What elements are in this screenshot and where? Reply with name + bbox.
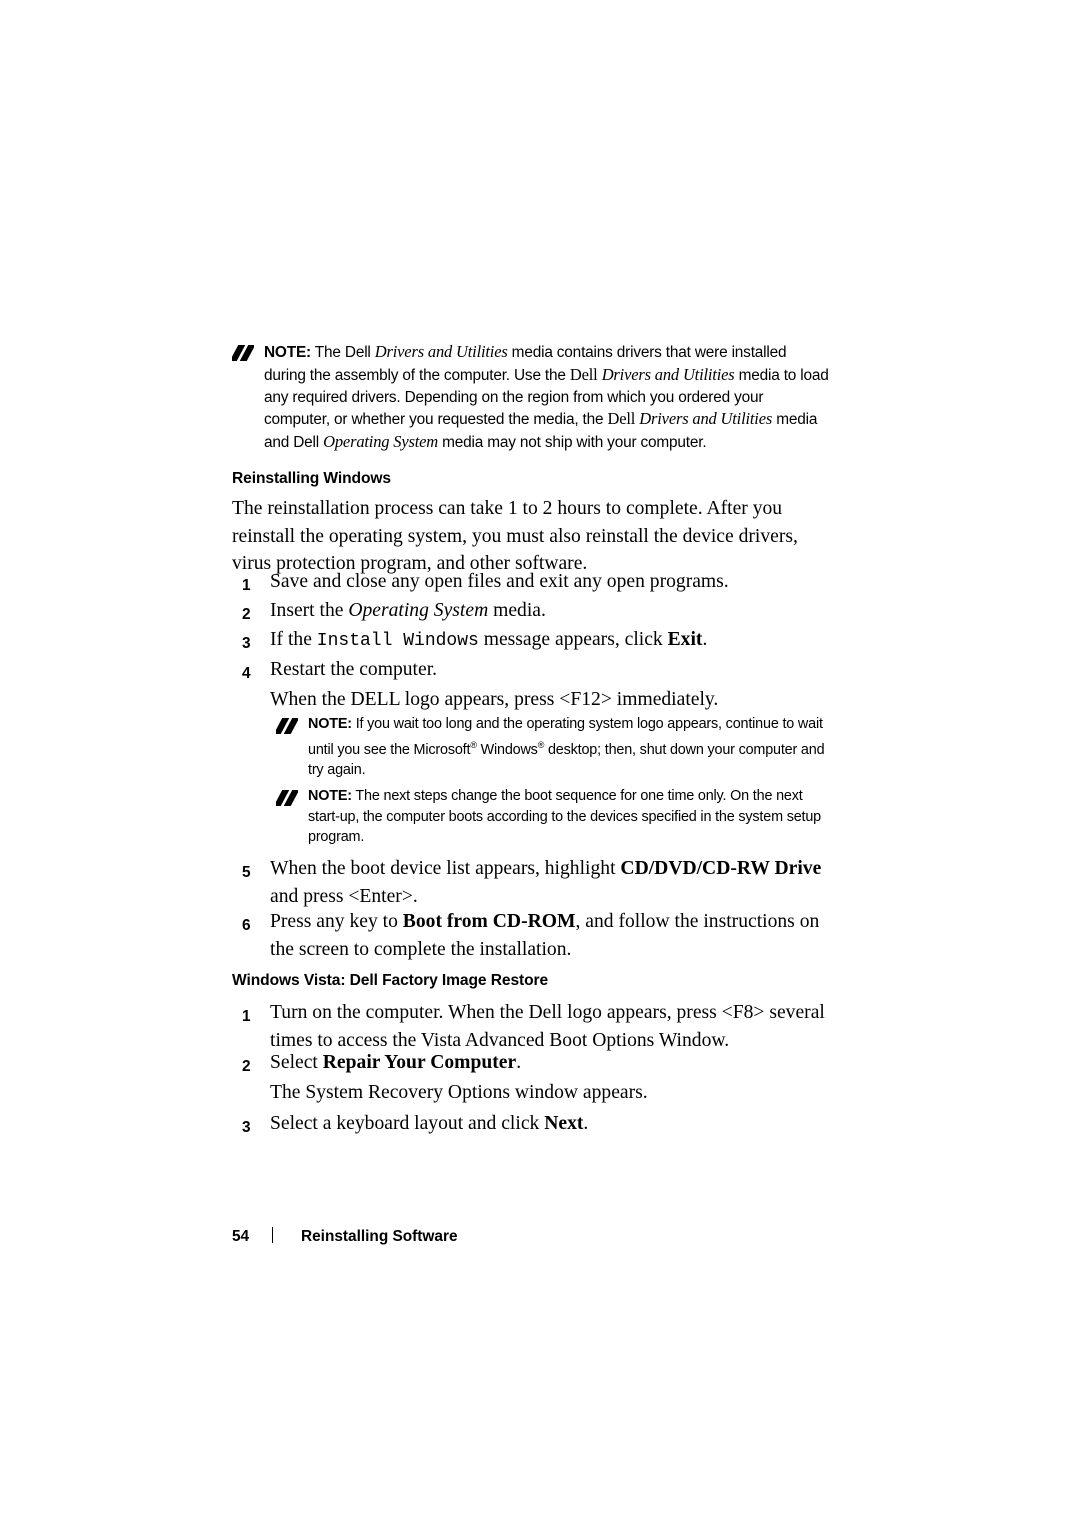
list-item: 3 If the Install Windows message appears… [242, 626, 842, 658]
step-text: Save and close any open files and exit a… [270, 571, 729, 592]
step-number: 4 [242, 665, 251, 682]
step-text: Insert the Operating System media. [270, 600, 546, 621]
step-text: Press any key to Boot from CD-ROM, and f… [270, 911, 820, 960]
note-text: NOTE: If you wait too long and the opera… [308, 716, 825, 778]
step-continuation-dell-logo: When the DELL logo appears, press <F12> … [270, 689, 719, 710]
step-text: Restart the computer. [270, 659, 438, 680]
page-footer: 54 Reinstalling Software [232, 1225, 458, 1246]
note-label: NOTE: [308, 716, 352, 732]
note-text: NOTE: The next steps change the boot seq… [308, 788, 821, 845]
step-text: Select a keyboard layout and click Next. [270, 1113, 589, 1134]
note-label: NOTE: [264, 344, 311, 361]
list-item: 5 When the boot device list appears, hig… [242, 855, 842, 910]
step-text: When the boot device list appears, highl… [270, 858, 822, 907]
list-item: 3 Select a keyboard layout and click Nex… [242, 1110, 842, 1142]
step-number: 2 [242, 606, 251, 623]
list-item: 2 Select Repair Your Computer. [242, 1049, 842, 1081]
note-icon [232, 345, 254, 361]
step-number: 1 [242, 1008, 251, 1025]
step-number: 6 [242, 917, 251, 934]
step-number: 2 [242, 1058, 251, 1075]
list-item: 4 Restart the computer. [242, 656, 842, 688]
step-number: 3 [242, 635, 251, 652]
note-icon [276, 790, 298, 806]
step-number: 1 [242, 577, 251, 594]
note-block-boot-sequence: NOTE: The next steps change the boot seq… [276, 786, 836, 848]
note-label: NOTE: [308, 788, 352, 804]
step-number: 5 [242, 864, 251, 881]
note-block-drivers-utilities: NOTE: The Dell Drivers and Utilities med… [232, 341, 832, 454]
step-text: Select Repair Your Computer. [270, 1052, 522, 1073]
note-block-wait-too-long: NOTE: If you wait too long and the opera… [276, 714, 836, 780]
heading-vista-factory-restore: Windows Vista: Dell Factory Image Restor… [232, 972, 549, 989]
note-text: NOTE: The Dell Drivers and Utilities med… [264, 342, 829, 452]
list-item: 6 Press any key to Boot from CD-ROM, and… [242, 908, 842, 963]
footer-divider [272, 1227, 273, 1243]
footer-section-title: Reinstalling Software [301, 1228, 458, 1245]
step-number: 3 [242, 1119, 251, 1136]
step-continuation-recovery-options: The System Recovery Options window appea… [270, 1082, 648, 1103]
heading-reinstalling-windows: Reinstalling Windows [232, 470, 392, 487]
step-text: Turn on the computer. When the Dell logo… [270, 1002, 825, 1051]
paragraph-intro: The reinstallation process can take 1 to… [232, 498, 798, 574]
footer-page-number: 54 [232, 1228, 250, 1245]
step-text: If the Install Windows message appears, … [270, 629, 708, 651]
document-page: NOTE: The Dell Drivers and Utilities med… [0, 0, 1080, 1527]
list-item: 1 Turn on the computer. When the Dell lo… [242, 999, 842, 1054]
note-icon [276, 718, 298, 734]
list-item: 1 Save and close any open files and exit… [242, 568, 842, 600]
list-item: 2 Insert the Operating System media. [242, 597, 842, 629]
